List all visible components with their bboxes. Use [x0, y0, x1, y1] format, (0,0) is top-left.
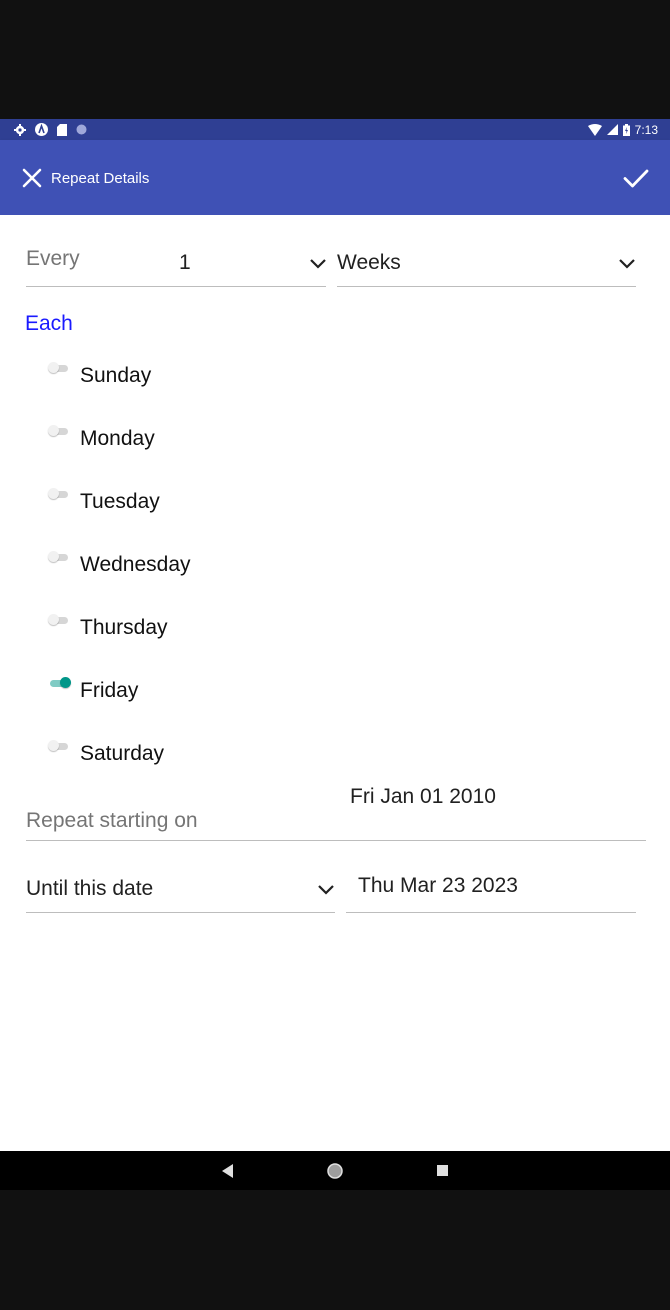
day-toggle-thursday[interactable]: Thursday: [48, 613, 348, 653]
toggle-switch[interactable]: [48, 676, 72, 690]
day-label: Thursday: [80, 616, 168, 639]
day-toggle-monday[interactable]: Monday: [48, 424, 348, 464]
start-date-field[interactable]: Repeat starting on Fri Jan 01 2010: [26, 785, 646, 841]
top-letterbox: [0, 0, 670, 119]
navigation-bar: [0, 1151, 670, 1190]
end-date-value[interactable]: Thu Mar 23 2023: [358, 874, 518, 898]
status-time: 7:13: [634, 122, 658, 137]
settings-icon: [14, 123, 26, 136]
interval-field[interactable]: Every 1: [26, 239, 326, 287]
every-label: Every: [26, 247, 80, 270]
page-title: Repeat Details: [51, 170, 150, 187]
day-label: Friday: [80, 679, 139, 702]
each-label: Each: [25, 312, 73, 335]
day-label: Sunday: [80, 364, 152, 387]
battery-icon: [622, 123, 630, 136]
toggle-switch[interactable]: [48, 487, 72, 501]
chevron-down-icon[interactable]: [309, 258, 327, 270]
check-icon[interactable]: [622, 164, 650, 192]
toggle-switch[interactable]: [48, 361, 72, 375]
status-left-icons: [14, 122, 87, 137]
close-icon[interactable]: [20, 166, 44, 190]
day-toggle-saturday[interactable]: Saturday: [48, 739, 348, 779]
day-toggle-tuesday[interactable]: Tuesday: [48, 487, 348, 527]
start-date-value[interactable]: Fri Jan 01 2010: [350, 785, 496, 809]
back-icon[interactable]: [222, 1164, 234, 1178]
status-right-icons: 7:13: [587, 121, 658, 138]
status-bar: 7:13: [0, 119, 670, 140]
end-date-field[interactable]: Thu Mar 23 2023: [346, 865, 636, 913]
toggle-switch[interactable]: [48, 424, 72, 438]
a-icon: [35, 123, 48, 136]
signal-icon: [606, 124, 618, 135]
start-label: Repeat starting on: [26, 809, 198, 832]
day-label: Monday: [80, 427, 155, 450]
interval-value[interactable]: 1: [179, 251, 191, 275]
day-label: Tuesday: [80, 490, 160, 513]
wifi-icon: [587, 123, 602, 136]
app-bar: Repeat Details: [0, 140, 670, 215]
toggle-switch[interactable]: [48, 739, 72, 753]
recents-icon[interactable]: [437, 1165, 448, 1176]
chevron-down-icon[interactable]: [317, 884, 335, 896]
unit-value: Weeks: [337, 251, 401, 274]
day-toggle-wednesday[interactable]: Wednesday: [48, 550, 348, 590]
day-label: Saturday: [80, 742, 165, 765]
end-mode-dropdown[interactable]: Until this date: [26, 865, 335, 913]
toggle-switch[interactable]: [48, 550, 72, 564]
repeat-form: Every 1 Weeks Each Sunday Monday Tuesday…: [0, 215, 670, 1151]
day-toggle-sunday[interactable]: Sunday: [48, 361, 348, 401]
home-icon[interactable]: [327, 1163, 343, 1179]
bottom-letterbox: [0, 1190, 670, 1310]
dot-icon: [76, 124, 87, 135]
day-toggle-friday[interactable]: Friday: [48, 676, 348, 716]
end-mode-value: Until this date: [26, 877, 154, 900]
sd-card-icon: [57, 123, 67, 136]
chevron-down-icon[interactable]: [618, 258, 636, 270]
unit-dropdown[interactable]: Weeks: [337, 239, 636, 287]
day-label: Wednesday: [80, 553, 191, 576]
toggle-switch[interactable]: [48, 613, 72, 627]
